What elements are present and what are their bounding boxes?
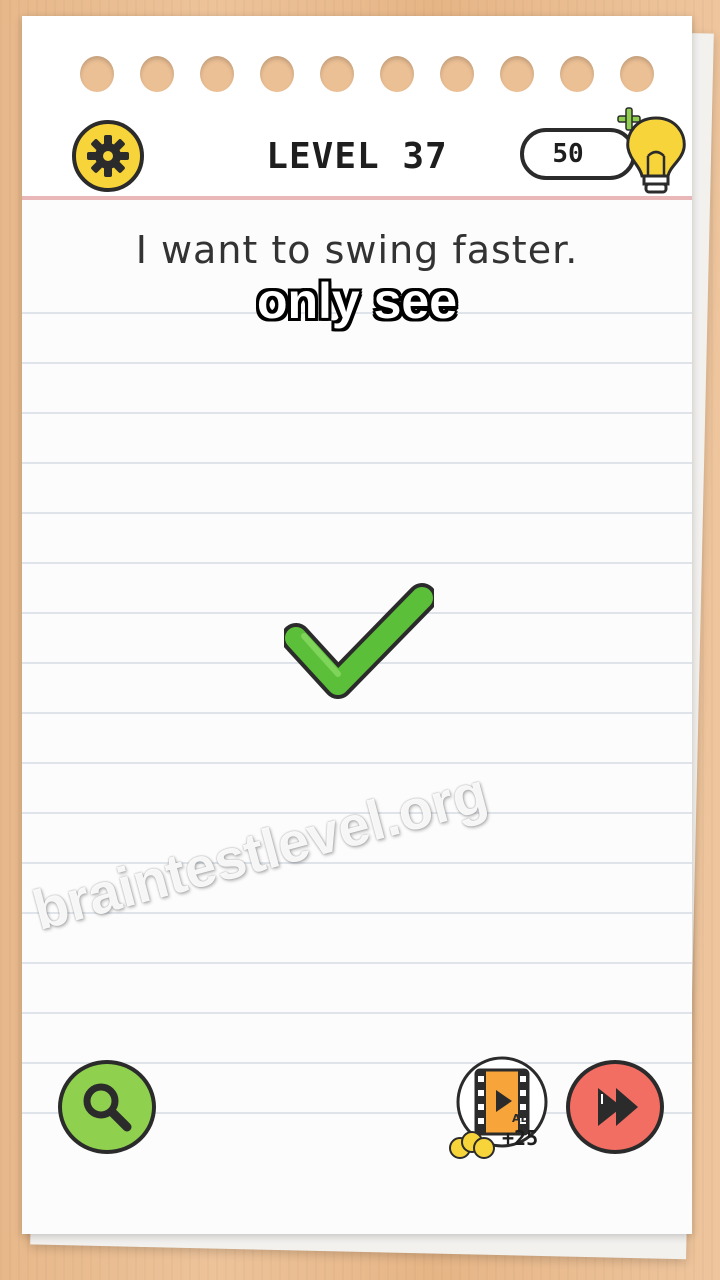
binder-hole <box>80 56 114 92</box>
binder-hole <box>320 56 354 92</box>
binder-hole <box>200 56 234 92</box>
notebook-paper: LEVEL 37 50 I want to swing faster. only… <box>22 16 692 1234</box>
binder-hole <box>560 56 594 92</box>
binder-hole <box>380 56 414 92</box>
fast-forward-icon <box>598 1088 638 1126</box>
search-button[interactable] <box>58 1060 156 1154</box>
binder-hole <box>440 56 474 92</box>
lightbulb-icon[interactable] <box>616 104 692 204</box>
next-button[interactable] <box>566 1060 664 1154</box>
checkmark-icon <box>284 583 434 699</box>
binder-hole <box>620 56 654 92</box>
ad-badge: AD <box>512 1112 530 1125</box>
video-caption: only see <box>256 273 458 329</box>
binder-hole <box>260 56 294 92</box>
binder-hole <box>500 56 534 92</box>
question-text: I want to swing faster. <box>135 228 579 272</box>
paper-margin-line <box>22 196 692 200</box>
magnifier-icon <box>83 1083 132 1132</box>
binder-hole <box>140 56 174 92</box>
ad-reward-label: +25 <box>502 1126 539 1150</box>
